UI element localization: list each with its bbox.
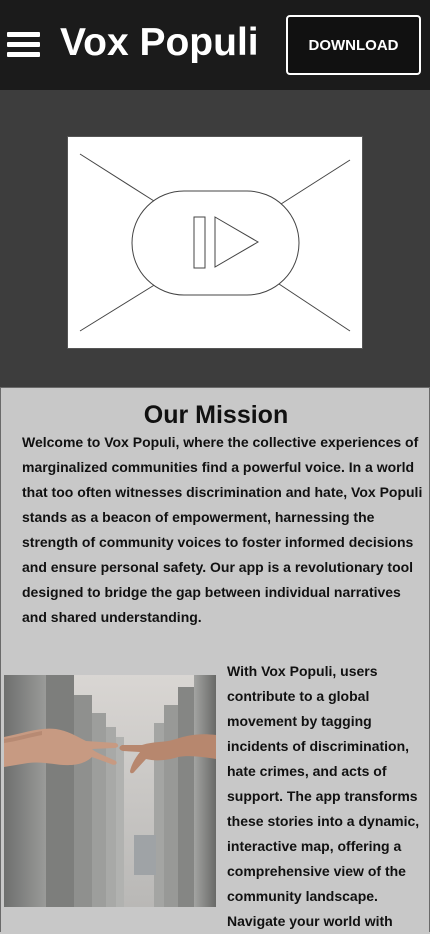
hands-reaching-photo xyxy=(4,675,216,907)
hero-section xyxy=(0,90,430,387)
app-title: Vox Populi xyxy=(60,21,259,64)
app-header: Vox Populi DOWNLOAD xyxy=(0,0,430,90)
mission-title: Our Mission xyxy=(143,401,289,429)
community-paragraph: With Vox Populi, users contribute to a g… xyxy=(227,663,420,929)
hamburger-menu-icon[interactable] xyxy=(7,31,40,59)
mission-section: Our Mission Welcome to Vox Populi, where… xyxy=(0,387,430,932)
mission-paragraph: Welcome to Vox Populi, where the collect… xyxy=(22,434,423,625)
download-button[interactable]: DOWNLOAD xyxy=(286,15,421,75)
video-player[interactable] xyxy=(67,136,363,349)
video-play-icon xyxy=(79,153,351,332)
